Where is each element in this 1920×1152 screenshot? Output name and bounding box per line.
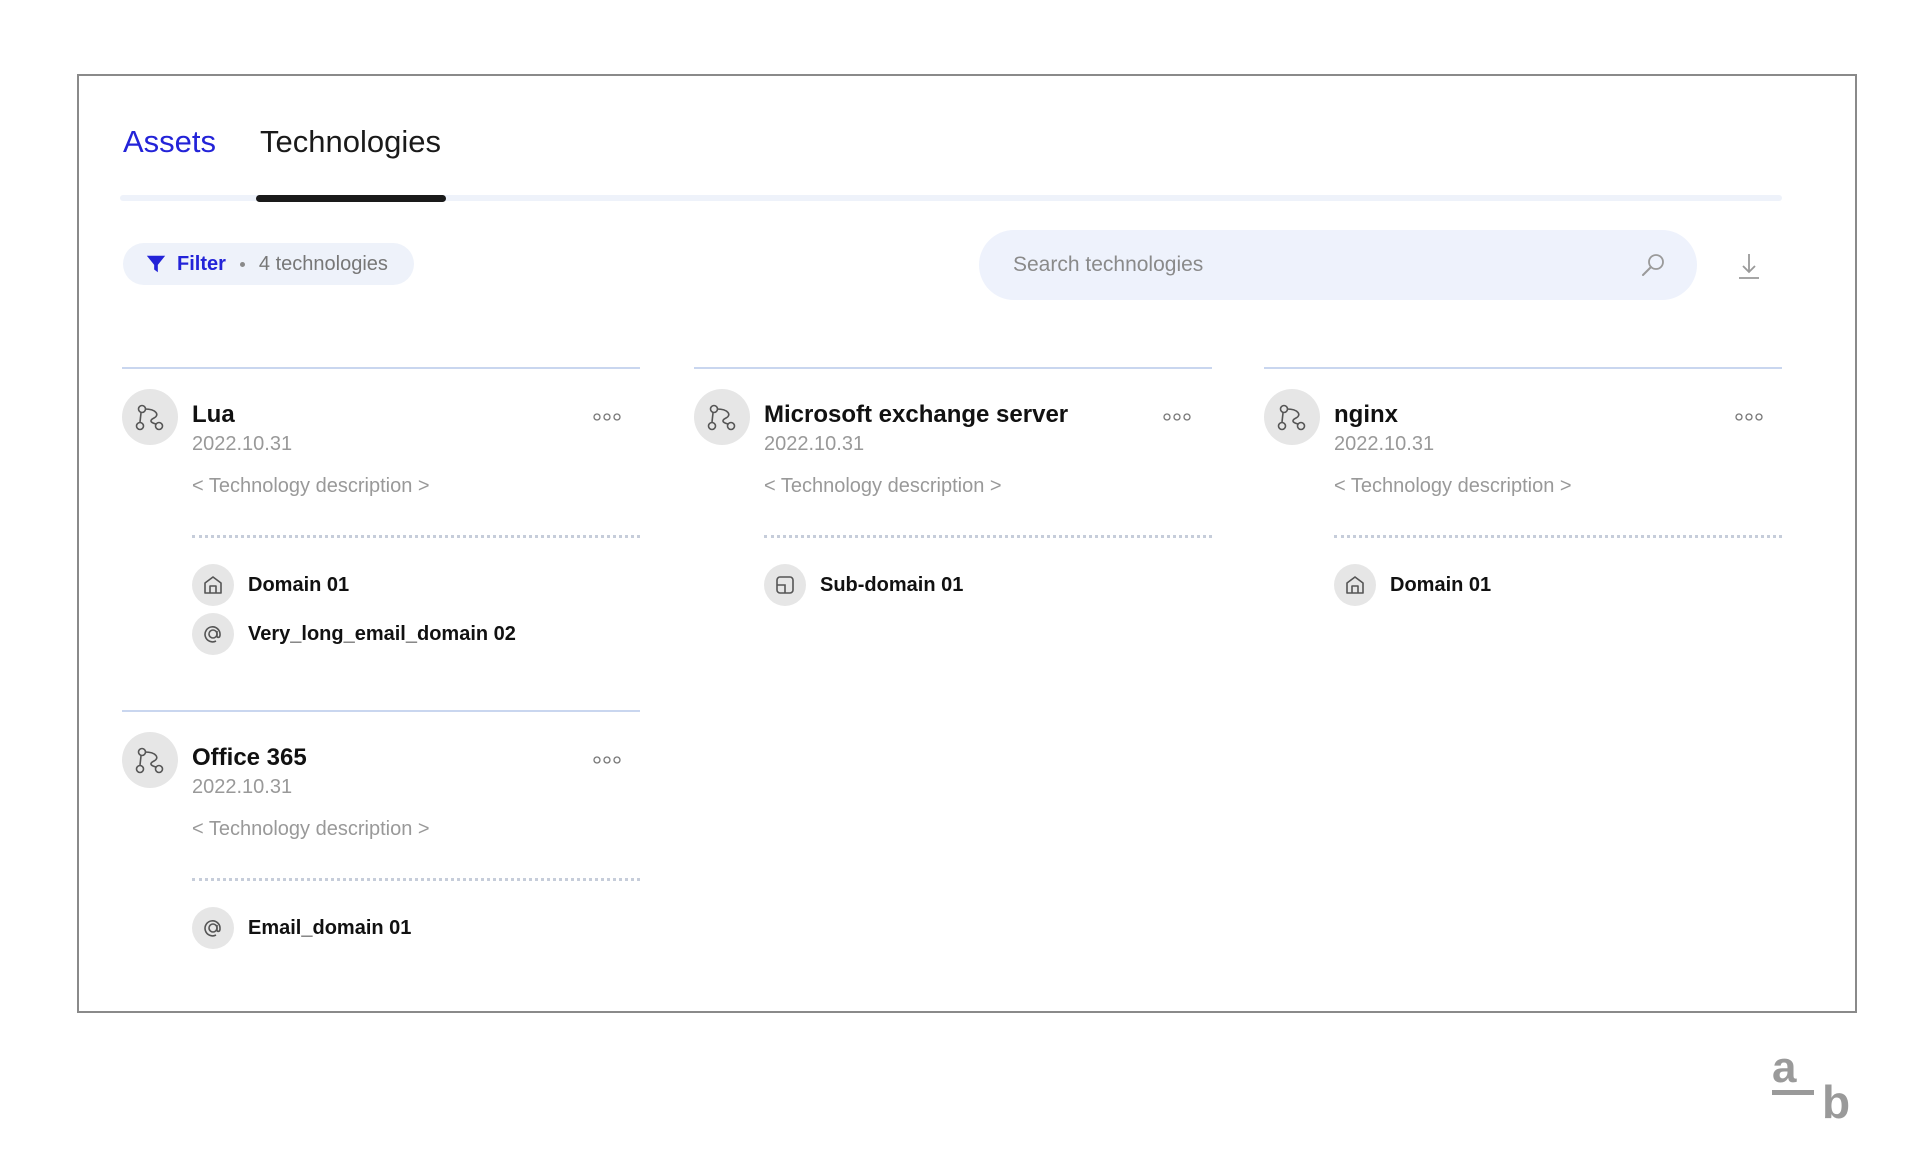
tab-bar: Assets Technologies xyxy=(123,124,1785,182)
card-date: 2022.10.31 xyxy=(192,776,293,798)
technology-path-icon xyxy=(1277,404,1306,431)
subdomain-icon xyxy=(764,564,806,606)
card-description: < Technology description > xyxy=(764,475,1002,497)
card-divider xyxy=(122,710,640,712)
technology-avatar xyxy=(694,389,750,445)
download-icon xyxy=(1739,254,1759,279)
dotted-divider xyxy=(192,878,640,881)
card-title: Lua xyxy=(192,401,235,428)
brand-logo: a b xyxy=(1772,1048,1850,1122)
domain-icon xyxy=(1334,564,1376,606)
card-description: < Technology description > xyxy=(1334,475,1572,497)
asset-item[interactable]: Domain 01 xyxy=(1334,564,1491,606)
brand-bar xyxy=(1772,1090,1814,1095)
technology-avatar xyxy=(122,389,178,445)
technology-avatar xyxy=(1264,389,1320,445)
asset-label: Domain 01 xyxy=(248,573,350,596)
more-dots-icon xyxy=(593,413,621,421)
asset-label: Email_domain 01 xyxy=(248,916,412,939)
search-box xyxy=(979,230,1697,300)
technology-card-microsoft-exchange-server[interactable]: Microsoft exchange server 2022.10.31 < T… xyxy=(694,367,1212,607)
card-divider xyxy=(694,367,1212,369)
asset-label: Domain 01 xyxy=(1390,573,1492,596)
tab-technologies[interactable]: Technologies xyxy=(260,124,441,160)
asset-label: Very_long_email_domain 02 xyxy=(248,622,516,645)
more-dots-icon xyxy=(1163,413,1191,421)
card-description: < Technology description > xyxy=(192,818,430,840)
card-date: 2022.10.31 xyxy=(764,433,865,455)
asset-item[interactable]: Sub-domain 01 xyxy=(764,564,963,606)
technology-path-icon xyxy=(707,404,736,431)
more-options-button[interactable] xyxy=(1732,407,1766,427)
domain-icon xyxy=(192,564,234,606)
card-divider xyxy=(122,367,640,369)
brand-letter-b: b xyxy=(1822,1076,1850,1122)
technology-avatar xyxy=(122,732,178,788)
asset-item[interactable]: Domain 01 xyxy=(192,564,349,606)
dotted-divider xyxy=(192,535,640,538)
technology-card-nginx[interactable]: nginx 2022.10.31 < Technology descriptio… xyxy=(1264,367,1782,607)
funnel-icon xyxy=(146,255,166,273)
card-date: 2022.10.31 xyxy=(192,433,293,455)
more-dots-icon xyxy=(593,756,621,764)
card-description: < Technology description > xyxy=(192,475,430,497)
technology-count: 4 technologies xyxy=(258,252,388,275)
card-title: nginx xyxy=(1334,401,1398,428)
email-at-icon xyxy=(192,907,234,949)
separator-dot xyxy=(239,261,245,267)
more-dots-icon xyxy=(1735,413,1763,421)
asset-item[interactable]: Very_long_email_domain 02 xyxy=(192,613,516,655)
technology-path-icon xyxy=(135,404,164,431)
tab-active-indicator xyxy=(256,195,446,202)
email-at-icon xyxy=(192,613,234,655)
card-date: 2022.10.31 xyxy=(1334,433,1435,455)
more-options-button[interactable] xyxy=(1160,407,1194,427)
card-divider xyxy=(1264,367,1782,369)
filter-label: Filter xyxy=(177,252,226,275)
more-options-button[interactable] xyxy=(590,750,624,770)
card-title: Office 365 xyxy=(192,744,307,771)
dotted-divider xyxy=(764,535,1212,538)
technology-path-icon xyxy=(135,747,164,774)
asset-item[interactable]: Email_domain 01 xyxy=(192,907,411,949)
download-button[interactable] xyxy=(1729,246,1769,286)
technology-card-office-365[interactable]: Office 365 2022.10.31 < Technology descr… xyxy=(122,710,640,950)
asset-label: Sub-domain 01 xyxy=(820,573,964,596)
dotted-divider xyxy=(1334,535,1782,538)
search-input[interactable] xyxy=(1013,253,1639,277)
technologies-panel: Assets Technologies Filter 4 technologie… xyxy=(77,74,1857,1013)
card-title: Microsoft exchange server xyxy=(764,401,1069,428)
technology-card-lua[interactable]: Lua 2022.10.31 < Technology description … xyxy=(122,367,640,657)
brand-letter-a: a xyxy=(1772,1048,1797,1092)
tab-assets[interactable]: Assets xyxy=(123,124,216,160)
search-icon[interactable] xyxy=(1639,251,1667,279)
more-options-button[interactable] xyxy=(590,407,624,427)
filter-button[interactable]: Filter 4 technologies xyxy=(123,243,414,285)
